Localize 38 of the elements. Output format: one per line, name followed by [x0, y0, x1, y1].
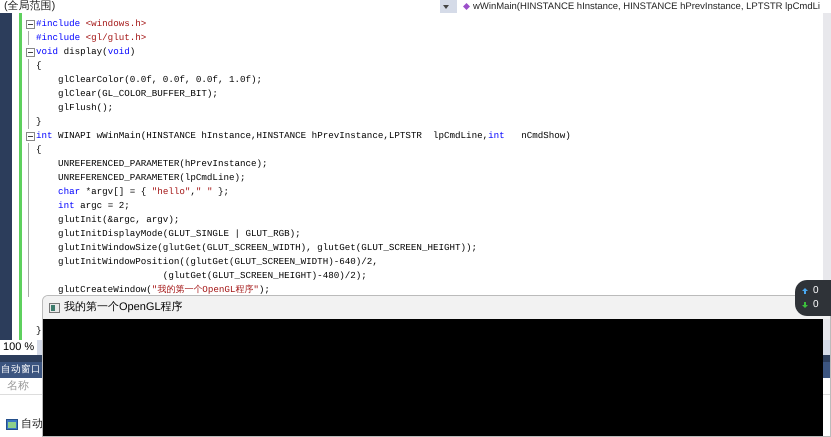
code-line: { [36, 143, 42, 157]
down-arrow-icon [802, 302, 808, 308]
code-line: glutCreateWindow("我的第一个OpenGL程序"); [57, 283, 270, 297]
code-line: void display(void) [36, 45, 136, 59]
download-speed: 0 [813, 299, 819, 311]
column-header: 名称 [7, 378, 29, 394]
scope-dropdown[interactable]: (全局范围) [0, 0, 440, 13]
code-line: glutInitDisplayMode(GLUT_SINGLE | GLUT_RGB); [57, 227, 301, 241]
code-line: int WINAPI wWinMain(HINSTANCE hInstance,HINSTANCE hPrevInstance,LPTSTR lpCmdLine,int nCmdShow) [36, 129, 571, 143]
code-line: glClear(GL_COLOR_BUFFER_BIT); [57, 87, 218, 101]
code-line: glClearColor(0.0f, 0.0f, 0.0f, 1.0f); [57, 73, 262, 87]
collapse-icon[interactable] [26, 48, 34, 56]
window-icon [6, 418, 18, 430]
code-line: UNREFERENCED_PARAMETER(hPrevInstance); [57, 157, 268, 171]
upload-speed: 0 [813, 285, 819, 297]
code-line: UNREFERENCED_PARAMETER(lpCmdLine); [57, 171, 246, 185]
code-line: glutInitWindowSize(glutGet(GLUT_SCREEN_WIDTH), glutGet(GLUT_SCREEN_HEIGHT)); [57, 241, 478, 255]
code-line: } [36, 115, 42, 129]
code-line: #include <gl/glut.h> [36, 31, 146, 45]
code-line: } [36, 324, 42, 338]
code-line: (glutGet(GLUT_SCREEN_HEIGHT)-480)/2); [162, 269, 367, 283]
code-line: #include <windows.h> [36, 17, 146, 31]
code-line: { [36, 59, 42, 73]
panel-tab[interactable]: 自动 [21, 416, 43, 432]
code-line: glutInitWindowPosition((glutGet(GLUT_SCREEN_WIDTH)-640)/2, [57, 255, 378, 269]
code-line: glutInit(&argc, argv); [57, 213, 180, 227]
code-line: glFlush(); [57, 101, 114, 115]
code-line: int argc = 2; [57, 199, 130, 213]
member-dropdown[interactable]: wWinMain(HINSTANCE hInstance, HINSTANCE hPrevInstance, LPTSTR lpCmdLi [457, 0, 831, 13]
app-icon [49, 302, 60, 312]
window-title: 我的第一个OpenGL程序 [64, 300, 183, 316]
collapse-icon[interactable] [26, 20, 34, 28]
code-line: char *argv[] = { "hello"," " }; [57, 185, 230, 199]
panel-title: 自动窗口 [1, 362, 41, 377]
method-icon [463, 3, 470, 10]
up-arrow-icon [802, 288, 808, 294]
collapse-icon[interactable] [26, 132, 34, 140]
zoom-level[interactable]: 100 % [0, 340, 38, 355]
